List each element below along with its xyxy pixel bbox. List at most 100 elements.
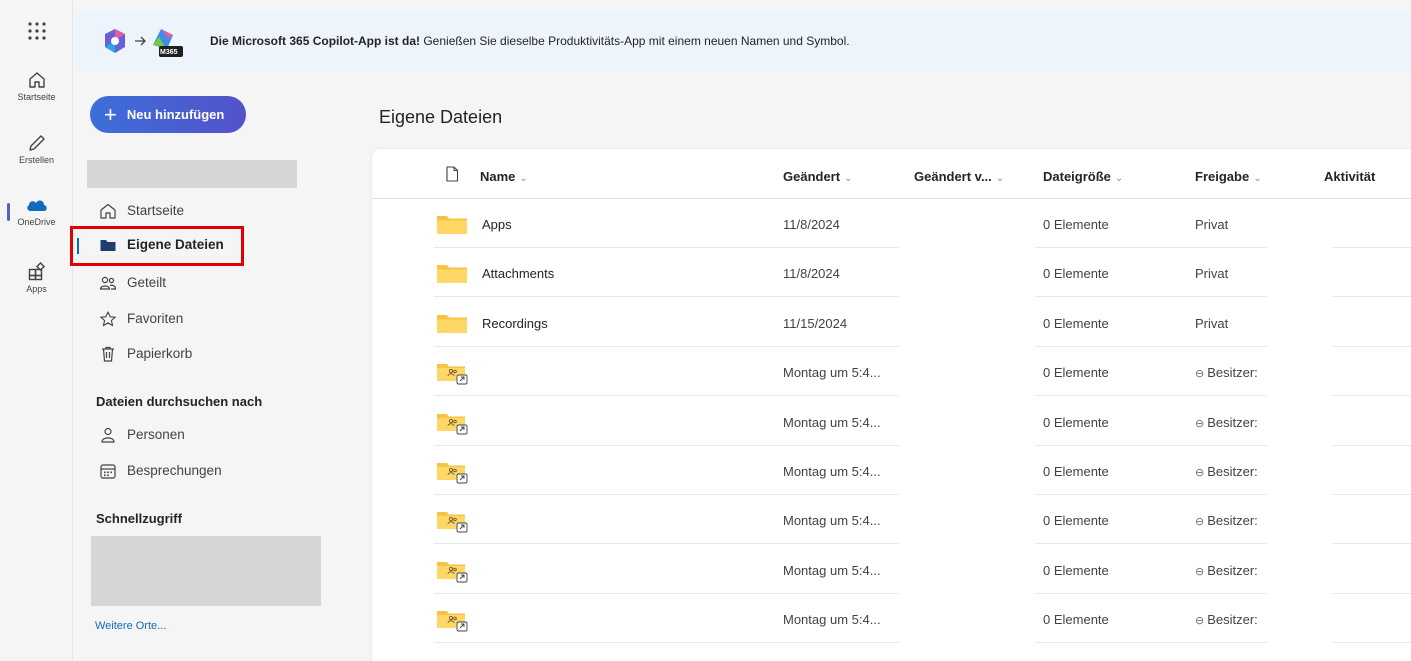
column-header-label: Freigabe [1195, 169, 1250, 184]
shared-folder-icon [437, 561, 468, 583]
shared-folder-icon [437, 413, 468, 435]
sidebar-item-shared[interactable]: Geteilt [74, 268, 371, 298]
plus-icon: + [104, 101, 117, 127]
sidebar-item-label: Personen [127, 427, 185, 442]
sharing-status[interactable]: Privat [1195, 217, 1228, 232]
column-header-label: Name [480, 169, 516, 184]
file-name[interactable]: Attachments [482, 266, 554, 281]
file-list: Name ⌄ Geändert ⌄ Geändert v... ⌄ Dateigröß… [372, 149, 1411, 661]
banner-text: Die Microsoft 365 Copilot-App ist da! Ge… [210, 34, 850, 48]
link-icon: ⊖ [1195, 417, 1205, 430]
quick-access-placeholder [91, 536, 321, 606]
table-row[interactable]: Montag um 5:4... 0 Elemente ⊖ Besitzer: [372, 495, 1411, 545]
sharing-status[interactable]: Privat [1195, 316, 1228, 331]
person-icon [101, 427, 115, 443]
rail-item-label: Apps [26, 284, 47, 294]
table-row[interactable]: Montag um 5:4... 0 Elemente ⊖ Besitzer: [372, 397, 1411, 446]
announcement-banner: M365 Die Microsoft 365 Copilot-App ist d… [74, 10, 1411, 72]
file-list-header: Name ⌄ Geändert ⌄ Geändert v... ⌄ Dateigröß… [372, 149, 1411, 199]
sharing-status[interactable]: ⊖ Besitzer: [1195, 415, 1258, 430]
table-row[interactable]: Montag um 5:4... 0 Elemente ⊖ Besitzer: [372, 347, 1411, 397]
file-name[interactable]: Apps [482, 217, 512, 232]
table-row[interactable]: Recordings 11/15/2024 0 Elemente Privat [372, 298, 1411, 347]
column-header-label: Dateigröße [1043, 169, 1111, 184]
link-icon: ⊖ [1195, 368, 1205, 381]
sidebar-item-home[interactable]: Startseite [74, 196, 371, 226]
add-new-button[interactable]: + Neu hinzufügen [90, 96, 246, 133]
sidebar-item-favorites[interactable]: Favoriten [74, 304, 371, 334]
rail-item-apps[interactable]: Apps [0, 262, 73, 294]
column-header-label: Geändert [783, 169, 841, 184]
star-icon [100, 311, 116, 327]
sharing-label: Besitzer: [1207, 612, 1258, 628]
page-title: Eigene Dateien [379, 107, 503, 127]
chevron-down-icon: ⌄ [995, 173, 1005, 184]
sidebar-item-people[interactable]: Personen [74, 420, 371, 450]
rail-item-create[interactable]: Erstellen [0, 133, 73, 165]
modified-date: 11/8/2024 [783, 266, 840, 282]
sidebar-item-label: Geteilt [127, 275, 167, 290]
link-icon: ⊖ [1195, 565, 1205, 578]
shared-folder-icon [437, 364, 468, 385]
home-icon [100, 203, 116, 219]
chevron-down-icon: ⌄ [844, 173, 853, 184]
more-places-link[interactable]: Weitere Orte... [95, 620, 166, 632]
modified-date: Montag um 5:4... [783, 365, 881, 381]
file-size: 0 Elemente [1043, 464, 1109, 479]
column-header-name[interactable]: Name ⌄ [480, 169, 528, 184]
link-icon: ⊖ [1195, 615, 1205, 628]
rail-item-onedrive[interactable]: OneDrive [0, 195, 73, 227]
app-rename-logos-icon [105, 29, 183, 57]
column-header-modified[interactable]: Geändert ⌄ [783, 169, 852, 184]
app-launcher-icon[interactable] [26, 20, 48, 42]
calendar-icon [100, 464, 116, 479]
sharing-status[interactable]: ⊖ Besitzer: [1195, 513, 1258, 528]
sharing-status[interactable]: ⊖ Besitzer: [1195, 612, 1258, 627]
sharing-label: Besitzer: [1207, 414, 1258, 430]
row-divider [1332, 642, 1411, 644]
browse-heading: Dateien durchsuchen nach [96, 394, 263, 409]
column-header-activity[interactable]: Aktivität [1324, 169, 1375, 184]
rail-item-home[interactable]: Startseite [0, 70, 73, 102]
file-name[interactable]: Recordings [482, 316, 548, 331]
row-divider [1035, 642, 1267, 644]
modified-date: 11/15/2024 [783, 315, 848, 331]
rail-item-label: Erstellen [18, 155, 54, 165]
column-header-size[interactable]: Dateigröße ⌄ [1043, 169, 1123, 184]
banner-title: Die Microsoft 365 Copilot-App ist da! [210, 34, 421, 48]
app-rail: Startseite Erstellen OneDrive Apps [0, 0, 73, 661]
sidebar-item-label: Startseite [127, 203, 185, 218]
sharing-status[interactable]: ⊖ Besitzer: [1195, 563, 1258, 578]
onedrive-cloud-icon [26, 200, 47, 211]
modified-date: Montag um 5:4... [783, 513, 881, 529]
table-row[interactable]: Montag um 5:4... 0 Elemente ⊖ Besitzer: [372, 594, 1411, 644]
file-type-icon[interactable] [445, 166, 459, 182]
column-header-label: Aktivität [1324, 169, 1376, 184]
sharing-status[interactable]: Privat [1195, 266, 1228, 281]
file-size: 0 Elemente [1043, 365, 1109, 381]
sidebar: + Neu hinzufügen Startseite Eigene Datei… [70, 72, 371, 661]
column-header-modified-by[interactable]: Geändert v... ⌄ [914, 169, 1004, 184]
table-row[interactable]: Montag um 5:4... 0 Elemente ⊖ Besitzer: [372, 446, 1411, 495]
sidebar-item-label: Favoriten [127, 311, 184, 326]
column-header-sharing[interactable]: Freigabe ⌄ [1195, 169, 1262, 184]
sidebar-item-label: Papierkorb [127, 346, 193, 361]
modified-date: Montag um 5:4... [783, 414, 881, 430]
modified-date: 11/8/2024 [783, 217, 840, 232]
column-header-label: Geändert v... [914, 169, 992, 184]
table-row[interactable]: Apps 11/8/2024 0 Elemente Privat [372, 199, 1411, 248]
onedrive-app: Startseite Erstellen OneDrive Apps M365 [0, 0, 1411, 661]
sharing-label: Besitzer: [1207, 365, 1258, 381]
table-row[interactable]: Montag um 5:4... 0 Elemente ⊖ Besitzer: [372, 545, 1411, 594]
table-row[interactable]: Attachments 11/8/2024 0 Elemente Privat [372, 248, 1411, 298]
sidebar-item-meetings[interactable]: Besprechungen [74, 456, 371, 486]
rail-item-label: OneDrive [17, 217, 56, 227]
file-size: 0 Elemente [1043, 266, 1109, 282]
sharing-status[interactable]: ⊖ Besitzer: [1195, 365, 1258, 380]
row-divider [434, 642, 899, 644]
people-icon [99, 276, 117, 290]
sidebar-item-recycle-bin[interactable]: Papierkorb [74, 339, 371, 369]
add-new-label: Neu hinzufügen [126, 107, 225, 122]
modified-date: Montag um 5:4... [783, 612, 881, 628]
sharing-status[interactable]: ⊖ Besitzer: [1195, 464, 1258, 479]
